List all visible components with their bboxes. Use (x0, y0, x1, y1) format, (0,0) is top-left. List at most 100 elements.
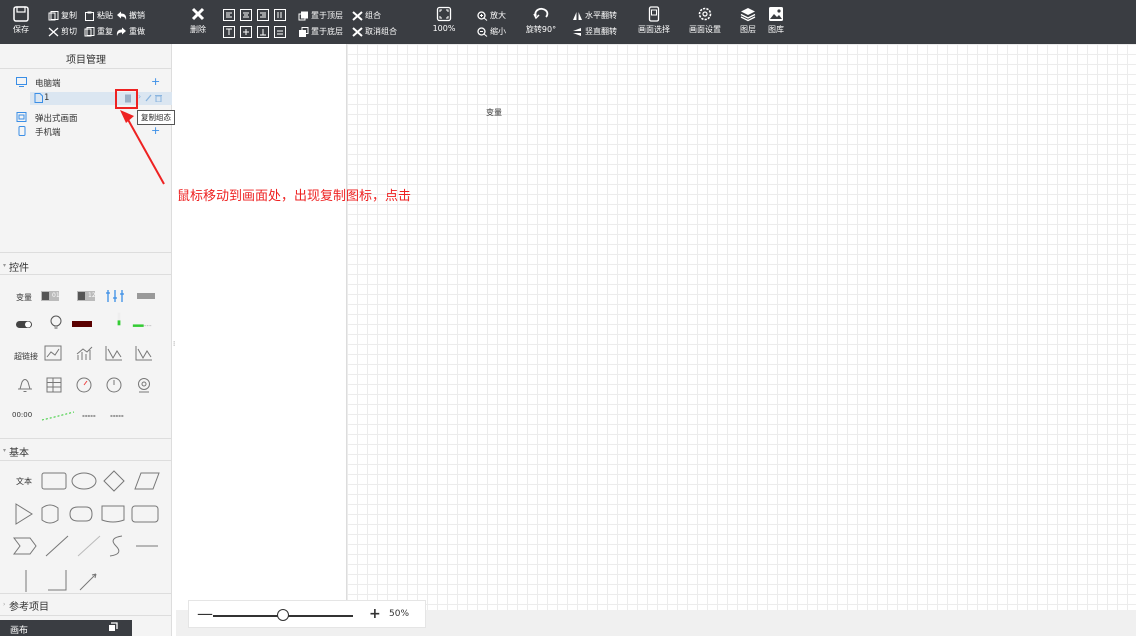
zoom-slider-thumb[interactable] (277, 609, 289, 621)
expand-icon[interactable]: › (138, 92, 141, 101)
gear-icon (698, 7, 712, 21)
zoom-in-button[interactable]: + (369, 606, 381, 622)
canvas-variable-label[interactable]: 变量 (486, 107, 502, 118)
vertical-level-icon[interactable] (109, 312, 129, 326)
canvas-select-button[interactable]: 画面选择 (634, 6, 674, 35)
control-clock[interactable]: 00:00 (12, 411, 32, 419)
controls-title: 控件 (9, 263, 29, 274)
basic-shapes-row3[interactable] (12, 534, 162, 558)
undo-label: 撤销 (129, 11, 145, 20)
save-label: 保存 (13, 25, 29, 34)
zoom-out-button[interactable]: 缩小 (477, 27, 506, 38)
flip-horizontal-button[interactable]: 水平翻转 (572, 11, 617, 22)
line-chart-icon[interactable] (105, 345, 123, 361)
canvas-tab[interactable]: 画布 (0, 620, 132, 636)
control-date-display[interactable]: ▪▪▪▪▪ (82, 413, 96, 418)
zoom-control: — + 50% (188, 600, 426, 628)
reference-title: 参考项目 (9, 602, 49, 613)
divider (0, 68, 172, 69)
basic-section-header[interactable]: ▾ 基本 (0, 444, 172, 459)
badge-01: 01 (52, 292, 60, 299)
zoom-value: 50% (389, 609, 410, 619)
zoom-in-button[interactable]: 放大 (477, 11, 506, 22)
divider (0, 438, 172, 439)
add-pc-page-button[interactable]: + (151, 75, 160, 88)
control-hyperlink[interactable]: 超链接 (14, 351, 38, 362)
save-button[interactable]: 保存 (10, 6, 32, 35)
gauge-dial-icon[interactable] (75, 376, 93, 394)
horizontal-level-icon[interactable] (132, 317, 152, 331)
alarm-bell-icon[interactable] (16, 376, 34, 394)
shape-text[interactable]: 文本 (16, 476, 32, 487)
duplicate-button[interactable]: 重复 (84, 27, 113, 38)
redo-button[interactable]: 重做 (116, 27, 145, 38)
copy-label: 复制 (61, 11, 77, 20)
project-item-label: 弹出式画面 (35, 114, 78, 124)
send-bottom-icon (299, 27, 309, 37)
project-management-title: 项目管理 (66, 55, 106, 66)
bar-line-chart-icon[interactable] (75, 345, 93, 361)
rotate-label: 旋转90° (525, 25, 557, 34)
divider (0, 252, 172, 253)
layers-icon (740, 8, 756, 22)
delete-button[interactable]: 删除 (187, 6, 209, 35)
ungroup-button[interactable]: 取消组合 (352, 27, 397, 38)
highlight-box (115, 89, 138, 109)
trend-line-icon[interactable] (41, 408, 75, 422)
expand-window-icon[interactable] (108, 622, 118, 632)
zoom-out-button[interactable]: — (197, 606, 213, 622)
basic-shapes-row2[interactable] (12, 502, 162, 526)
reference-section-header[interactable]: › 参考项目 (0, 598, 172, 613)
flip-vertical-button[interactable]: 竖直翻转 (572, 27, 617, 38)
bring-to-top-button[interactable]: 置于顶层 (298, 11, 343, 22)
bring-top-icon (298, 11, 308, 21)
zoom-in-icon (477, 11, 488, 21)
align-bottom-row-icons[interactable] (223, 26, 293, 38)
light-bulb-icon[interactable] (46, 315, 66, 329)
align-top-row-icons[interactable] (223, 9, 293, 21)
project-item-pc[interactable]: 电脑端 + (0, 75, 172, 89)
delete-label: 删除 (190, 25, 206, 34)
canvas-tab-label: 画布 (10, 626, 29, 636)
basic-shapes-row4[interactable] (12, 566, 162, 596)
edit-icon[interactable] (145, 94, 152, 102)
save-icon (13, 6, 29, 22)
redo-label: 重做 (129, 27, 145, 36)
zoom-fit-button[interactable]: 100% (430, 6, 458, 33)
canvas[interactable] (346, 44, 1136, 610)
text-display-control-icon[interactable] (136, 289, 156, 303)
controls-section-header[interactable]: ▾ 控件 (0, 259, 172, 274)
trash-icon[interactable] (155, 94, 162, 102)
project-item-label: 电脑端 (35, 79, 61, 89)
layers-button[interactable]: 图层 (737, 6, 759, 35)
table-grid-icon[interactable] (45, 376, 63, 394)
control-time-display[interactable]: ▪▪▪▪▪ (110, 413, 124, 418)
send-to-bottom-button[interactable]: 置于底层 (298, 27, 343, 38)
group-icon (352, 11, 363, 21)
control-variable[interactable]: 变量 (16, 292, 32, 303)
bring-top-label: 置于顶层 (311, 11, 343, 20)
copy-button[interactable]: 复制 (48, 11, 77, 22)
undo-button[interactable]: 撤销 (116, 11, 145, 22)
canvas-settings-button[interactable]: 画面设置 (685, 6, 725, 35)
canvas-settings-label: 画面设置 (689, 25, 721, 34)
cut-button[interactable]: 剪切 (48, 27, 77, 38)
toggle-switch-icon[interactable] (14, 317, 34, 331)
panel-resize-handle[interactable]: ⁞ (173, 340, 175, 348)
basic-title: 基本 (9, 448, 29, 459)
webcam-icon[interactable] (135, 376, 153, 394)
duplicate-icon (84, 27, 95, 37)
layers-label: 图层 (740, 25, 756, 34)
rotate-button[interactable]: 旋转90° (524, 6, 558, 35)
curve-chart-icon[interactable] (135, 345, 153, 361)
clock-dial-icon[interactable] (105, 376, 123, 394)
gallery-button[interactable]: 图库 (765, 6, 787, 35)
project-item-page-1[interactable]: 1 › (30, 92, 172, 105)
basic-shapes-row1[interactable] (40, 469, 160, 493)
indicator-bar-icon[interactable] (72, 317, 92, 331)
page-icon (34, 93, 43, 103)
paste-button[interactable]: 粘贴 (84, 11, 113, 22)
image-chart-icon[interactable] (44, 345, 62, 361)
group-button[interactable]: 组合 (352, 11, 381, 22)
adjust-control-icon[interactable] (105, 289, 125, 303)
